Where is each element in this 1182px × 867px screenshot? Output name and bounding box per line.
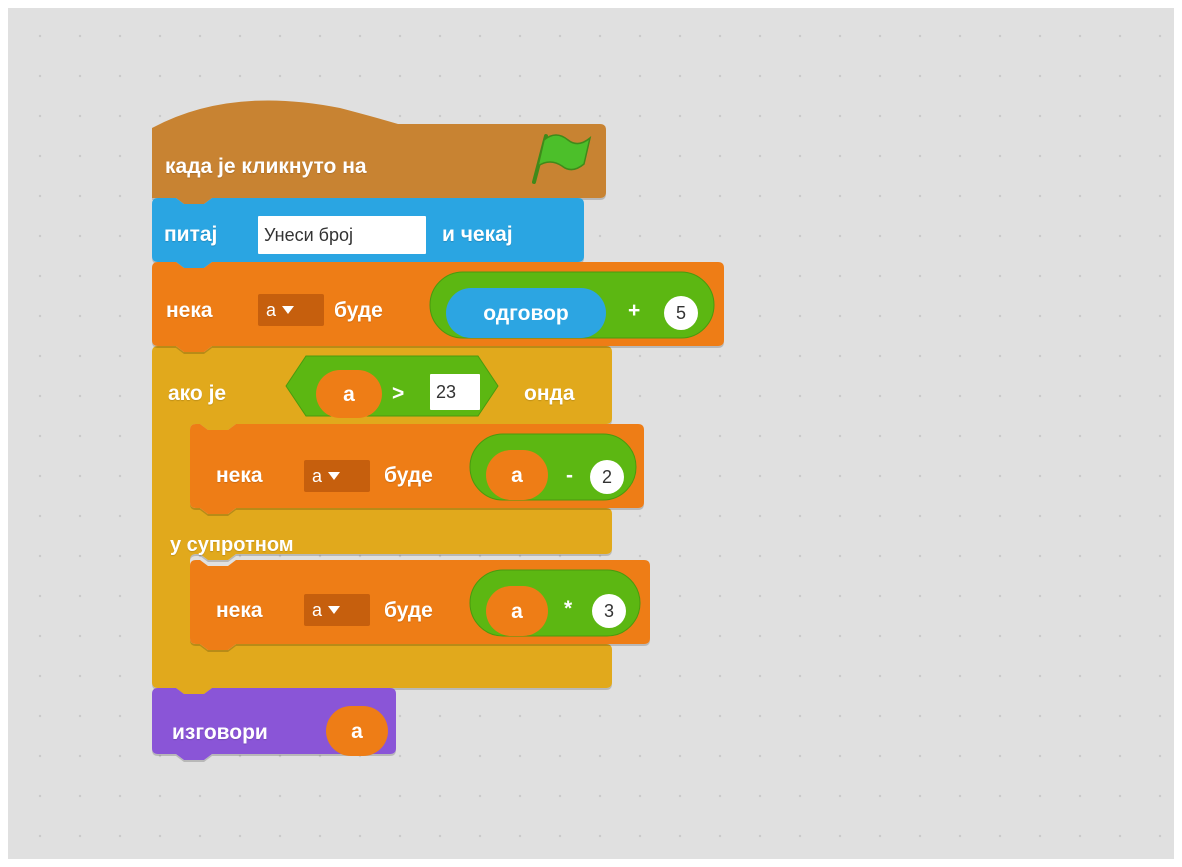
then-label: онда xyxy=(524,382,575,405)
else-label: у супротном xyxy=(170,534,294,556)
variable-reporter-label: a xyxy=(511,599,523,623)
number-input[interactable]: 5 xyxy=(664,296,698,330)
variable-reporter[interactable]: a xyxy=(486,586,548,636)
variable-reporter[interactable]: a xyxy=(316,370,382,418)
variable-reporter[interactable]: a xyxy=(326,706,388,756)
scripting-area[interactable]: када је кликнуто на питај Унеси број и ч… xyxy=(8,8,1174,859)
dropdown-caret-icon xyxy=(282,306,295,314)
when-flag-clicked-block[interactable] xyxy=(152,100,606,204)
condition-value: 23 xyxy=(436,382,457,402)
variable-reporter[interactable]: a xyxy=(486,450,548,500)
number-input[interactable]: 3 xyxy=(592,594,626,628)
to-label: буде xyxy=(384,464,433,487)
if-label: ако је xyxy=(168,382,227,405)
condition-value-input[interactable]: 23 xyxy=(430,374,480,410)
minus-operator: - xyxy=(566,464,573,487)
ask-prompt-input[interactable]: Унеси број xyxy=(258,216,426,254)
to-label: буде xyxy=(334,299,383,322)
dropdown-caret-icon xyxy=(328,606,341,614)
variable-name: a xyxy=(312,600,323,620)
variable-dropdown[interactable]: a xyxy=(304,460,370,492)
hat-label: када је кликнуто на xyxy=(165,155,367,178)
variable-dropdown[interactable]: a xyxy=(304,594,370,626)
variable-name: a xyxy=(266,300,277,320)
set-label: нека xyxy=(166,299,213,322)
plus-operator: + xyxy=(628,299,641,322)
variable-reporter-label: a xyxy=(343,382,355,406)
set-label: нека xyxy=(216,599,263,622)
ask-prompt-value: Унеси број xyxy=(264,225,353,245)
answer-reporter[interactable]: одговор xyxy=(446,288,606,338)
number-value: 2 xyxy=(601,467,612,487)
greater-than-operator: > xyxy=(392,382,405,405)
number-value: 5 xyxy=(675,303,686,323)
number-value: 3 xyxy=(603,601,614,621)
answer-reporter-label: одговор xyxy=(483,301,569,325)
variable-dropdown[interactable]: a xyxy=(258,294,324,326)
variable-name: a xyxy=(312,466,323,486)
number-input[interactable]: 2 xyxy=(590,460,624,494)
variable-reporter-label: a xyxy=(351,719,363,743)
ask-wait-label: и чекај xyxy=(442,223,513,246)
variable-reporter-label: a xyxy=(511,463,523,487)
to-label: буде xyxy=(384,599,433,622)
set-label: нека xyxy=(216,464,263,487)
multiply-operator: * xyxy=(564,597,573,620)
ask-label: питај xyxy=(164,223,218,246)
dropdown-caret-icon xyxy=(328,472,341,480)
say-label: изговори xyxy=(172,721,268,744)
